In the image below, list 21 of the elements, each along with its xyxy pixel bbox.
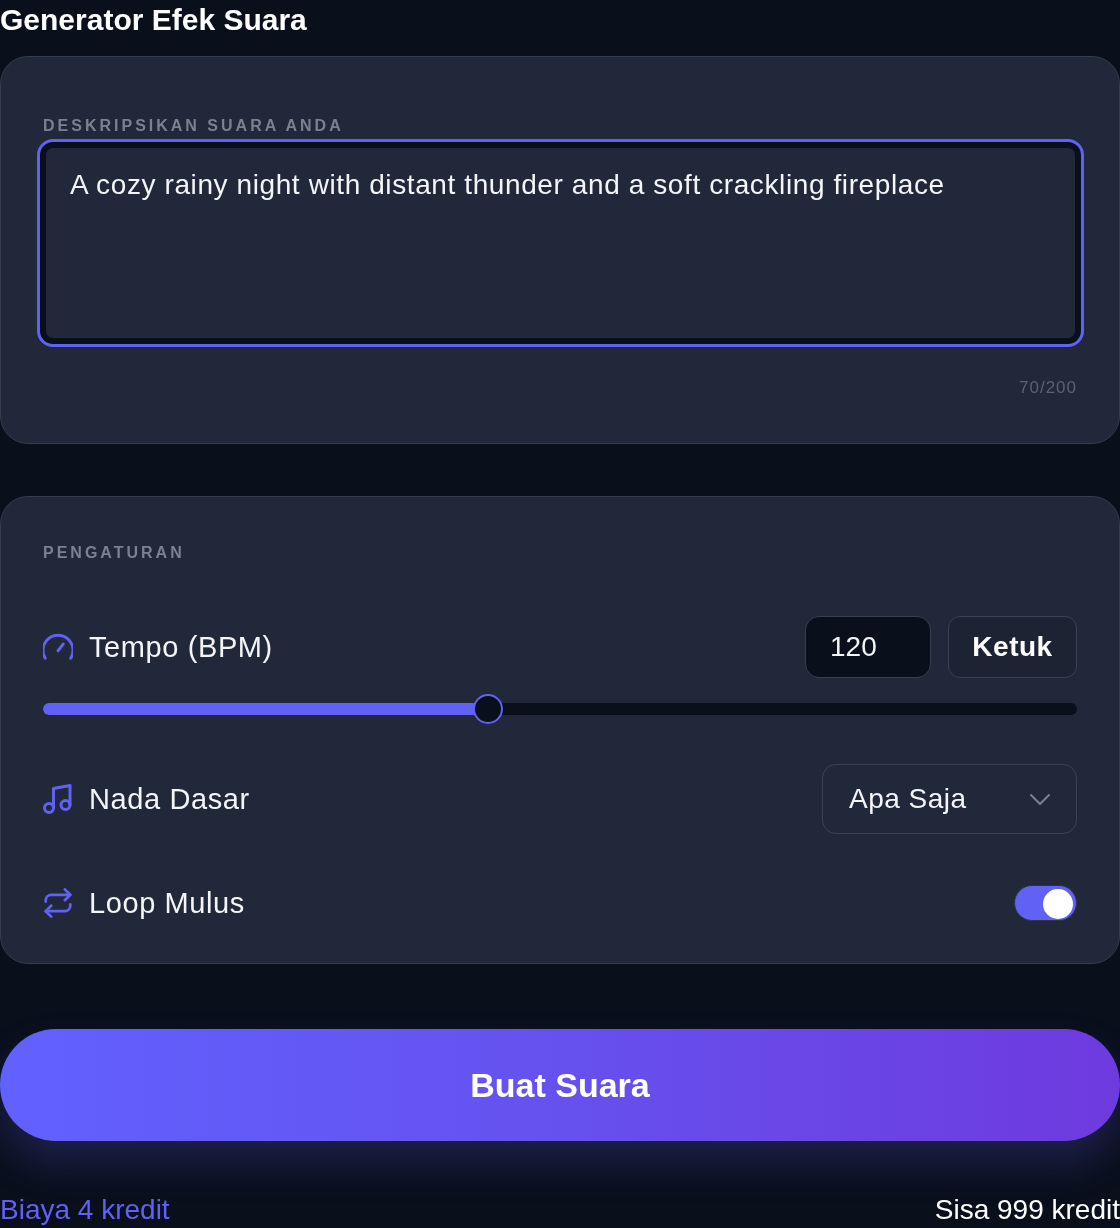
setting-label: Tempo (BPM) [89, 630, 273, 665]
slider-thumb[interactable] [472, 694, 503, 724]
tempo-input[interactable]: 120 [805, 616, 931, 678]
character-counter: 70/200 [1018, 377, 1077, 399]
balance-text: Sisa 999 kredit [934, 1193, 1120, 1227]
description-field[interactable]: A cozy rainy night with distant thunder and a soft crackling fireplace [37, 139, 1084, 347]
key-select[interactable]: Apa Saja [822, 764, 1077, 834]
tap-button[interactable]: Ketuk [948, 616, 1077, 678]
repeat-icon [43, 888, 73, 918]
section-label: DESKRIPSIKAN SUARA ANDA [43, 116, 345, 136]
setting-label: Nada Dasar [89, 782, 250, 817]
section-label: PENGATURAN [43, 543, 186, 563]
page-title: Generator Efek Suara [0, 2, 308, 38]
generate-button[interactable]: Buat Suara [0, 1029, 1120, 1141]
tempo-slider[interactable] [43, 703, 1077, 715]
setting-label: Loop Mulus [89, 886, 245, 921]
chevron-down-icon [1030, 793, 1050, 805]
loop-toggle[interactable] [1014, 885, 1077, 921]
gauge-icon [43, 632, 73, 662]
cost-text: Biaya 4 kredit [0, 1193, 170, 1227]
music-note-icon [43, 784, 73, 814]
